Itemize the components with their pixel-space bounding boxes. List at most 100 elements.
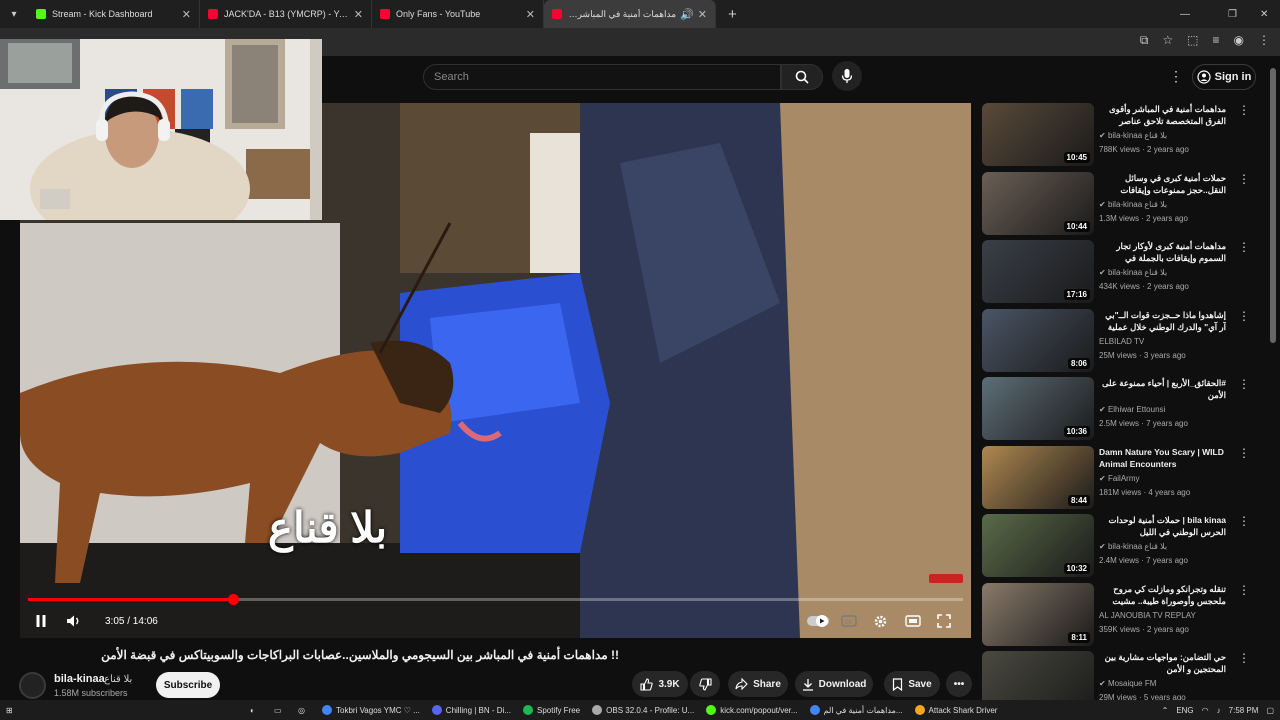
more-options-icon[interactable]: ⋮ xyxy=(1238,583,1250,597)
channel-name[interactable]: ✔ bila-kinaa بلا قناع xyxy=(1099,200,1167,209)
menu-icon[interactable]: ⋮ xyxy=(1258,33,1270,48)
tray-chevron-icon[interactable]: ⌃ xyxy=(1162,706,1169,715)
taskbar-app-button[interactable]: Chilling | BN - Di... xyxy=(426,700,517,720)
extensions-icon[interactable]: ⬚ xyxy=(1187,33,1198,48)
profile-icon[interactable]: ◉ xyxy=(1234,33,1244,48)
more-options-icon[interactable]: ⋮ xyxy=(1238,309,1250,323)
video-title[interactable]: حملات أمنية كبرى في وسائل النقل..حجز ممن… xyxy=(1099,172,1226,198)
taskbar-app-button[interactable]: kick.com/popout/ver... xyxy=(700,700,803,720)
restore-icon[interactable]: ❐ xyxy=(1228,0,1237,28)
progress-bar[interactable] xyxy=(28,594,963,605)
more-options-icon[interactable]: ⋮ xyxy=(1238,103,1250,117)
chrome-icon[interactable]: ◎ xyxy=(292,700,316,720)
browser-tab-active[interactable]: مداهمات أمنية في المباشر ب... 🔊 ✕ xyxy=(544,0,716,28)
channel-name-arabic[interactable]: بلا قناع xyxy=(104,674,132,685)
bookmark-star-icon[interactable]: ☆ xyxy=(1162,33,1173,48)
recommended-video[interactable]: 10:44 حملات أمنية كبرى في وسائل النقل..حج… xyxy=(982,171,1254,236)
volume-tray-icon[interactable]: ♪ xyxy=(1217,706,1221,715)
channel-name[interactable]: ✔ bila-kinaa بلا قناع xyxy=(1099,268,1167,277)
channel-name[interactable]: bila-kinaa xyxy=(54,673,105,685)
taskbar-app-button[interactable]: Attack Shark Driver xyxy=(909,700,1004,720)
search-input[interactable]: Search xyxy=(423,64,781,90)
channel-watermark[interactable] xyxy=(929,574,963,583)
recommended-video[interactable]: 8:44 Damn Nature You Scary | WILD Animal … xyxy=(982,445,1254,510)
settings-menu-icon[interactable]: ⋮ xyxy=(1169,68,1183,85)
notifications-icon[interactable]: ▢ xyxy=(1266,706,1274,715)
more-options-icon[interactable]: ⋮ xyxy=(1238,377,1250,391)
more-options-icon[interactable]: ⋮ xyxy=(1238,172,1250,186)
browser-tab[interactable]: JACK'DA - B13 (YMCRP) - YouTube ✕ xyxy=(200,0,372,28)
close-tab-icon[interactable]: ✕ xyxy=(526,8,535,21)
channel-name[interactable]: ✔ Mosaique FM xyxy=(1099,679,1156,688)
more-actions-button[interactable]: ••• xyxy=(946,671,972,697)
video-title[interactable]: bila kinaa | حملات أمنية لوحدات الحرس ال… xyxy=(1099,514,1226,538)
video-title[interactable]: مداهمات أمنية في المباشر وأقوى الفرق الم… xyxy=(1099,103,1226,129)
video-thumbnail[interactable]: 10:45 xyxy=(982,103,1094,166)
browser-tab[interactable]: Stream - Kick Dashboard ✕ xyxy=(28,0,200,28)
taskbar-app-button[interactable]: OBS 32.0.4 - Profile: U... xyxy=(586,700,700,720)
settings-button[interactable] xyxy=(873,611,888,631)
video-thumbnail[interactable]: 8:44 xyxy=(982,445,1094,509)
close-tab-icon[interactable]: ✕ xyxy=(698,8,707,21)
more-options-icon[interactable]: ⋮ xyxy=(1238,446,1250,460)
cast-icon[interactable]: ⧉ xyxy=(1140,33,1149,48)
recommended-video[interactable]: 10:36 #الحقائق_الأربع | أحياء ممنوعة على … xyxy=(982,377,1254,441)
channel-name[interactable]: ✔ Elhiwar Ettounsi xyxy=(1099,405,1165,414)
video-title[interactable]: مداهمات أمنية كبرى لأوكار تجار السموم وإ… xyxy=(1099,240,1226,266)
wifi-icon[interactable]: ◠ xyxy=(1202,706,1209,715)
share-button[interactable]: Share xyxy=(728,671,788,697)
close-window-icon[interactable]: ✕ xyxy=(1260,0,1268,28)
more-options-icon[interactable]: ⋮ xyxy=(1238,651,1250,665)
new-tab-button[interactable]: + xyxy=(728,6,737,23)
video-title[interactable]: Damn Nature You Scary | WILD Animal Enco… xyxy=(1099,446,1226,470)
file-explorer-icon[interactable]: ▭ xyxy=(268,700,292,720)
recommended-video[interactable]: 8:06 إشاهدوا ماذا حــجزت قوات الــ"بي آر … xyxy=(982,308,1254,373)
scrubber-handle[interactable] xyxy=(227,594,239,605)
voice-search-button[interactable] xyxy=(832,61,862,91)
dislike-button[interactable] xyxy=(690,671,720,697)
channel-name[interactable]: ✔ bila-kinaa بلا قناع xyxy=(1099,542,1167,551)
video-title[interactable]: حي التضامن: مواجهات مشارية بين المحتجين … xyxy=(1099,651,1226,675)
channel-name[interactable]: ELBILAD TV xyxy=(1099,337,1144,346)
channel-avatar[interactable] xyxy=(19,672,46,699)
media-icon[interactable]: ≡ xyxy=(1213,33,1220,48)
sign-in-button[interactable]: Sign in xyxy=(1192,64,1256,90)
video-thumbnail[interactable]: 10:32 xyxy=(982,514,1094,577)
download-button[interactable]: Download xyxy=(795,671,873,697)
video-title[interactable]: إشاهدوا ماذا حــجزت قوات الــ"بي آر آي" … xyxy=(1099,309,1226,335)
video-thumbnail[interactable]: 17:16 xyxy=(982,240,1094,303)
close-tab-icon[interactable]: ✕ xyxy=(182,8,191,21)
video-thumbnail[interactable]: 10:44 xyxy=(982,171,1094,235)
channel-name[interactable]: ✔ FailArmy xyxy=(1099,474,1140,483)
video-thumbnail[interactable]: 8:11 xyxy=(982,582,1094,646)
minimize-icon[interactable]: — xyxy=(1180,0,1190,28)
more-options-icon[interactable]: ⋮ xyxy=(1238,514,1250,528)
taskbar-app-button[interactable]: مداهمات أمنية في الم... xyxy=(804,700,909,720)
recommended-video[interactable]: 10:32 bila kinaa | حملات أمنية لوحدات الح… xyxy=(982,514,1254,578)
subscribe-button[interactable]: Subscribe xyxy=(156,672,220,698)
taskbar-app-button[interactable]: Tokbri Vagos YMC ♡ ... xyxy=(316,700,426,720)
video-thumbnail[interactable]: 10:36 xyxy=(982,377,1094,440)
video-thumbnail[interactable]: 8:06 xyxy=(982,308,1094,372)
recommended-video[interactable]: 10:45 مداهمات أمنية في المباشر وأقوى الفر… xyxy=(982,103,1254,167)
taskbar-app-button[interactable]: Spotify Free xyxy=(517,700,586,720)
windows-start-icon[interactable]: ⊞ xyxy=(0,700,24,720)
recommended-video[interactable]: 8:11 تنقله وتجرانكو ومازلت كي مروح ملحجس … xyxy=(982,582,1254,647)
save-button[interactable]: Save xyxy=(884,671,940,697)
fullscreen-button[interactable] xyxy=(937,611,951,631)
channel-name[interactable]: ✔ bila-kinaa بلا قناع xyxy=(1099,131,1167,140)
browser-tab[interactable]: Only Fans - YouTube ✕ xyxy=(372,0,544,28)
edge-icon[interactable]: ◐ xyxy=(244,700,268,720)
more-options-icon[interactable]: ⋮ xyxy=(1238,240,1250,254)
search-button[interactable] xyxy=(781,64,823,90)
video-title[interactable]: #الحقائق_الأربع | أحياء ممنوعة على الأمن xyxy=(1099,377,1226,401)
tab-search-icon[interactable]: ▾ xyxy=(5,5,23,23)
pause-button[interactable] xyxy=(34,611,48,631)
close-tab-icon[interactable]: ✕ xyxy=(354,8,363,21)
clock[interactable]: 7:58 PM xyxy=(1229,706,1259,715)
recommended-video[interactable]: 17:16 مداهمات أمنية كبرى لأوكار تجار السم… xyxy=(982,240,1254,304)
scrollbar[interactable] xyxy=(1270,68,1276,343)
channel-name[interactable]: AL JANOUBIA TV REPLAY xyxy=(1099,611,1196,620)
autoplay-toggle[interactable] xyxy=(807,611,829,631)
captions-button[interactable]: CC xyxy=(841,611,857,631)
